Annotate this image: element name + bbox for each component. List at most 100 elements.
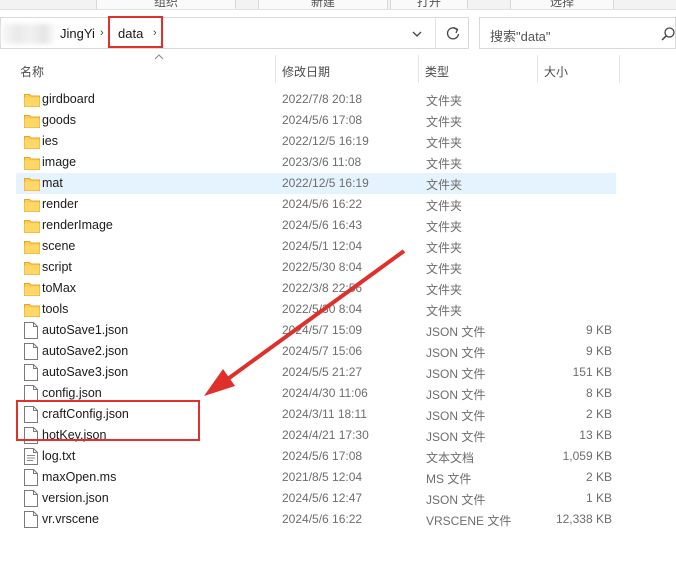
ribbon-group-label: 选择 bbox=[549, 0, 575, 9]
refresh-button[interactable] bbox=[435, 18, 469, 48]
file-row[interactable]: tools 2022/5/30 8:04 文件夹 bbox=[16, 299, 616, 320]
breadcrumb-separator[interactable]: › bbox=[153, 27, 157, 39]
file-name: script bbox=[42, 260, 72, 274]
file-name: tools bbox=[42, 302, 69, 316]
file-name: image bbox=[42, 155, 77, 169]
file-date: 2024/5/6 16:22 bbox=[282, 512, 363, 526]
blurred-breadcrumb bbox=[1, 24, 55, 44]
file-name: autoSave1.json bbox=[42, 323, 129, 337]
file-row[interactable]: craftConfig.json 2024/3/11 18:11 JSON 文件 2 … bbox=[16, 404, 616, 425]
file-type: 文件夹 bbox=[426, 262, 463, 276]
file-icon bbox=[24, 322, 38, 339]
column-header-type[interactable]: 类型 bbox=[419, 55, 537, 83]
file-icon bbox=[24, 364, 38, 381]
file-name: vr.vrscene bbox=[42, 512, 99, 526]
file-date: 2023/3/6 11:08 bbox=[282, 155, 362, 169]
file-row[interactable]: script 2022/5/30 8:04 文件夹 bbox=[16, 257, 616, 278]
file-date: 2024/5/6 17:08 bbox=[282, 449, 363, 463]
breadcrumb-current[interactable]: data bbox=[118, 26, 143, 41]
refresh-icon bbox=[446, 27, 460, 40]
breadcrumb-separator[interactable]: › bbox=[100, 27, 104, 39]
file-name: version.json bbox=[42, 491, 109, 505]
file-icon bbox=[24, 511, 38, 528]
file-type: JSON 文件 bbox=[426, 409, 486, 423]
address-history-dropdown[interactable] bbox=[407, 25, 427, 43]
breadcrumb-parent[interactable]: JingYi bbox=[60, 26, 95, 41]
file-row[interactable]: scene 2024/5/1 12:04 文件夹 bbox=[16, 236, 616, 257]
file-date: 2024/5/6 16:22 bbox=[282, 197, 363, 211]
address-bar[interactable]: JingYi › data › bbox=[0, 17, 469, 49]
file-size: 8 KB bbox=[585, 386, 612, 400]
file-date: 2022/7/8 20:18 bbox=[282, 92, 363, 106]
file-size: 12,338 KB bbox=[555, 512, 612, 526]
search-box[interactable]: 搜索"data" bbox=[479, 17, 676, 49]
file-row[interactable]: hotKey.json 2024/4/21 17:30 JSON 文件 13 KB bbox=[16, 425, 616, 446]
file-size: 13 KB bbox=[579, 428, 612, 442]
file-row[interactable]: girdboard 2022/7/8 20:18 文件夹 bbox=[16, 89, 616, 110]
file-date: 2022/12/5 16:19 bbox=[282, 134, 369, 148]
folder-icon bbox=[24, 281, 40, 296]
file-type: JSON 文件 bbox=[426, 493, 486, 507]
column-header-date[interactable]: 修改日期 bbox=[276, 55, 418, 83]
file-type: 文件夹 bbox=[426, 178, 463, 192]
file-name: craftConfig.json bbox=[42, 407, 129, 421]
file-row[interactable]: autoSave1.json 2024/5/7 15:09 JSON 文件 9 KB bbox=[16, 320, 616, 341]
file-row[interactable]: autoSave3.json 2024/5/5 21:27 JSON 文件 151 K… bbox=[16, 362, 616, 383]
ribbon-group-open[interactable]: 打开 bbox=[390, 0, 468, 9]
file-name: autoSave3.json bbox=[42, 365, 129, 379]
column-header-label: 名称 bbox=[20, 65, 45, 79]
folder-icon bbox=[24, 239, 40, 254]
ribbon-group-new[interactable]: 新建 bbox=[258, 0, 388, 9]
file-size: 2 KB bbox=[585, 407, 612, 421]
file-date: 2024/4/30 11:06 bbox=[282, 386, 368, 400]
search-input[interactable]: 搜索"data" bbox=[490, 26, 551, 45]
file-row[interactable]: ies 2022/12/5 16:19 文件夹 bbox=[16, 131, 616, 152]
file-type: JSON 文件 bbox=[426, 388, 486, 402]
column-header-label: 类型 bbox=[425, 65, 450, 79]
folder-icon bbox=[24, 134, 40, 149]
column-header-name[interactable]: 名称 bbox=[14, 54, 274, 83]
file-size: 151 KB bbox=[572, 365, 612, 379]
file-type: 文件夹 bbox=[426, 241, 463, 255]
ribbon-group-select[interactable]: 选择 bbox=[510, 0, 614, 9]
column-header-label: 大小 bbox=[544, 65, 569, 79]
file-row[interactable]: log.txt 2024/5/6 17:08 文本文档 1,059 KB bbox=[16, 446, 616, 467]
file-date: 2024/5/7 15:06 bbox=[282, 344, 363, 358]
file-type: MS 文件 bbox=[426, 472, 472, 486]
file-name: render bbox=[42, 197, 79, 211]
text-file-icon bbox=[24, 448, 38, 465]
file-row[interactable]: vr.vrscene 2024/5/6 16:22 VRSCENE 文件 12,338… bbox=[16, 509, 616, 530]
file-date: 2024/3/11 18:11 bbox=[282, 407, 367, 421]
file-date: 2021/8/5 12:04 bbox=[282, 470, 363, 484]
file-date: 2022/5/30 8:04 bbox=[282, 302, 363, 316]
file-type: JSON 文件 bbox=[426, 325, 486, 339]
file-row[interactable]: render 2024/5/6 16:22 文件夹 bbox=[16, 194, 616, 215]
folder-icon bbox=[24, 260, 40, 275]
file-row[interactable]: autoSave2.json 2024/5/7 15:06 JSON 文件 9 KB bbox=[16, 341, 616, 362]
file-row[interactable]: maxOpen.ms 2021/8/5 12:04 MS 文件 2 KB bbox=[16, 467, 616, 488]
column-divider[interactable] bbox=[619, 55, 620, 83]
file-icon bbox=[24, 427, 38, 444]
column-header-size[interactable]: 大小 bbox=[538, 55, 618, 83]
file-date: 2022/5/30 8:04 bbox=[282, 260, 363, 274]
folder-icon bbox=[24, 176, 40, 191]
file-row[interactable]: goods 2024/5/6 17:08 文件夹 bbox=[16, 110, 616, 131]
file-icon bbox=[24, 343, 38, 360]
file-date: 2024/4/21 17:30 bbox=[282, 428, 369, 442]
file-date: 2024/5/7 15:09 bbox=[282, 323, 363, 337]
file-row[interactable]: version.json 2024/5/6 12:47 JSON 文件 1 KB bbox=[16, 488, 616, 509]
file-type: JSON 文件 bbox=[426, 430, 486, 444]
file-row[interactable]: config.json 2024/4/30 11:06 JSON 文件 8 KB bbox=[16, 383, 616, 404]
folder-icon bbox=[24, 302, 40, 317]
file-row[interactable]: renderImage 2024/5/6 16:43 文件夹 bbox=[16, 215, 616, 236]
folder-icon bbox=[24, 197, 40, 212]
folder-icon bbox=[24, 92, 40, 107]
ribbon-group-organize[interactable]: 组织 bbox=[96, 0, 236, 9]
search-icon[interactable] bbox=[660, 26, 676, 42]
file-size: 1,059 KB bbox=[562, 449, 612, 463]
file-row[interactable]: mat 2022/12/5 16:19 文件夹 bbox=[16, 173, 616, 194]
ribbon-group-label: 新建 bbox=[310, 0, 336, 9]
file-row[interactable]: image 2023/3/6 11:08 文件夹 bbox=[16, 152, 616, 173]
file-row[interactable]: toMax 2022/3/8 22:56 文件夹 bbox=[16, 278, 616, 299]
chevron-down-icon bbox=[412, 31, 422, 37]
